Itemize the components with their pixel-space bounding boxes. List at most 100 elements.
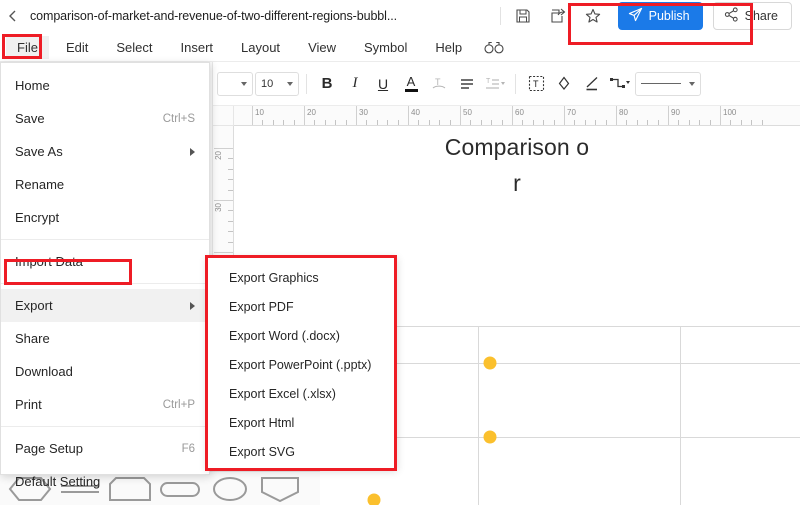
ruler-tick-label: 90 <box>671 108 680 117</box>
ruler-minor-tick <box>314 120 316 125</box>
chart-data-point[interactable] <box>367 493 381 505</box>
file-menu-dropdown[interactable]: Home Save Ctrl+S Save As Rename Encrypt Import… <box>0 62 210 489</box>
ruler-minor-tick <box>730 120 732 125</box>
ruler-minor-tick <box>293 120 295 125</box>
line-spacing-button[interactable]: T <box>482 71 508 97</box>
ruler-minor-tick <box>449 120 451 125</box>
menu-item-edit[interactable]: Edit <box>55 36 99 59</box>
menu-item-layout[interactable]: Layout <box>230 36 291 59</box>
menu-item-insert[interactable]: Insert <box>170 36 225 59</box>
ruler-tick-label: 20 <box>307 108 316 117</box>
file-menu-item-page-setup[interactable]: Page Setup F6 <box>1 432 209 465</box>
ruler-minor-tick <box>272 120 274 125</box>
file-menu-item-download[interactable]: Download <box>1 355 209 388</box>
ruler-minor-tick <box>532 120 534 125</box>
file-menu-item-print[interactable]: Print Ctrl+P <box>1 388 209 421</box>
ruler-corner <box>213 106 234 126</box>
underline-button[interactable]: U <box>370 71 396 97</box>
file-menu-item-import-data[interactable]: Import Data <box>1 245 209 278</box>
menu-item-view[interactable]: View <box>297 36 347 59</box>
font-family-select[interactable] <box>217 71 253 96</box>
ruler-minor-tick <box>553 120 555 125</box>
menu-item-symbol[interactable]: Symbol <box>353 36 418 59</box>
svg-text:T: T <box>435 77 441 87</box>
file-menu-item-share[interactable]: Share <box>1 322 209 355</box>
ruler-minor-tick <box>397 120 399 125</box>
ruler-minor-tick <box>283 120 285 125</box>
fill-color-button[interactable] <box>551 71 577 97</box>
file-menu-item-shortcut: Ctrl+P <box>162 398 195 411</box>
export-menu-item-export-excel-xlsx[interactable]: Export Excel (.xlsx) <box>207 379 395 408</box>
share-label: Share <box>744 9 778 23</box>
file-menu-item-label: Home <box>15 78 50 93</box>
file-menu-item-save[interactable]: Save Ctrl+S <box>1 102 209 135</box>
bold-button[interactable]: B <box>314 71 340 97</box>
menu-item-help[interactable]: Help <box>424 36 473 59</box>
chart-gridline-vertical <box>477 326 479 505</box>
share-button[interactable]: Share <box>712 2 792 30</box>
ruler-tick-label: 70 <box>567 108 576 117</box>
font-color-button[interactable]: A <box>398 71 424 97</box>
export-menu-item-export-svg[interactable]: Export SVG <box>207 437 395 466</box>
svg-text:T: T <box>486 78 491 85</box>
binoculars-icon[interactable] <box>484 41 504 54</box>
title-divider <box>499 7 501 25</box>
submenu-arrow-icon <box>190 301 195 310</box>
ruler-minor-tick <box>228 189 233 191</box>
shape-circle-bottom[interactable] <box>208 476 252 502</box>
text-effect-button[interactable]: T <box>426 71 452 97</box>
file-menu-item-add-star[interactable]: Add star <box>1 498 209 505</box>
ruler-major-tick <box>616 106 617 125</box>
file-menu-separator <box>1 426 209 427</box>
file-menu-item-shortcut: Ctrl+S <box>162 112 195 125</box>
save-icon[interactable] <box>515 8 532 25</box>
publish-button[interactable]: Publish <box>617 2 703 30</box>
font-color-letter: A <box>406 74 416 89</box>
align-button[interactable] <box>454 71 480 97</box>
share-nodes-icon <box>724 7 739 25</box>
chart-gridline-vertical <box>680 326 682 505</box>
document-title[interactable]: comparison-of-market-and-revenue-of-two-… <box>26 9 397 23</box>
chevron-down-icon <box>241 81 247 86</box>
file-menu-item-label: Print <box>15 397 42 412</box>
file-menu-item-encrypt[interactable]: Encrypt <box>1 201 209 234</box>
chart-data-point[interactable] <box>483 430 497 444</box>
formatting-toolbar: 10 B I U A T T T <box>213 62 800 106</box>
export-submenu[interactable]: Export Graphics Export PDF Export Word (.d… <box>206 256 396 469</box>
export-menu-item-export-graphics[interactable]: Export Graphics <box>207 263 395 292</box>
shape-home-plate[interactable] <box>258 476 302 502</box>
chart-data-point[interactable] <box>483 356 497 370</box>
export-menu-item-export-pdf[interactable]: Export PDF <box>207 292 395 321</box>
ruler-minor-tick <box>335 120 337 125</box>
menu-item-select[interactable]: Select <box>105 36 163 59</box>
chevron-down-icon <box>689 81 695 86</box>
ruler-minor-tick <box>228 220 233 222</box>
export-menu-item-export-powerpoint-pptx[interactable]: Export PowerPoint (.pptx) <box>207 350 395 379</box>
file-menu-item-rename[interactable]: Rename <box>1 168 209 201</box>
export-menu-item-export-html[interactable]: Export Html <box>207 408 395 437</box>
title-bar: comparison-of-market-and-revenue-of-two-… <box>0 0 800 33</box>
ruler-minor-tick <box>387 120 389 125</box>
ruler-major-tick <box>252 106 253 125</box>
text-box-button[interactable]: T <box>523 71 549 97</box>
file-menu-item-export[interactable]: Export <box>1 289 209 322</box>
ruler-tick-label: 10 <box>255 108 264 117</box>
ruler-minor-tick <box>491 120 493 125</box>
line-color-button[interactable] <box>579 71 605 97</box>
connector-button[interactable] <box>607 71 633 97</box>
italic-button[interactable]: I <box>342 71 368 97</box>
ruler-major-tick <box>304 106 305 125</box>
menu-item-file[interactable]: File <box>6 35 49 59</box>
horizontal-ruler[interactable]: 10 20 30 40 50 60 70 80 90 100 <box>234 106 800 126</box>
star-icon[interactable] <box>585 8 602 25</box>
ruler-major-tick <box>214 200 233 201</box>
font-size-select[interactable]: 10 <box>255 71 299 96</box>
export-share-icon[interactable] <box>550 8 567 25</box>
file-menu-item-default-setting[interactable]: Default Setting <box>1 465 209 498</box>
file-menu-item-home[interactable]: Home <box>1 69 209 102</box>
export-menu-item-export-word-docx[interactable]: Export Word (.docx) <box>207 321 395 350</box>
back-chevron-icon[interactable] <box>0 0 26 33</box>
ruler-minor-tick <box>366 120 368 125</box>
file-menu-item-save-as[interactable]: Save As <box>1 135 209 168</box>
line-style-select[interactable] <box>635 71 701 96</box>
